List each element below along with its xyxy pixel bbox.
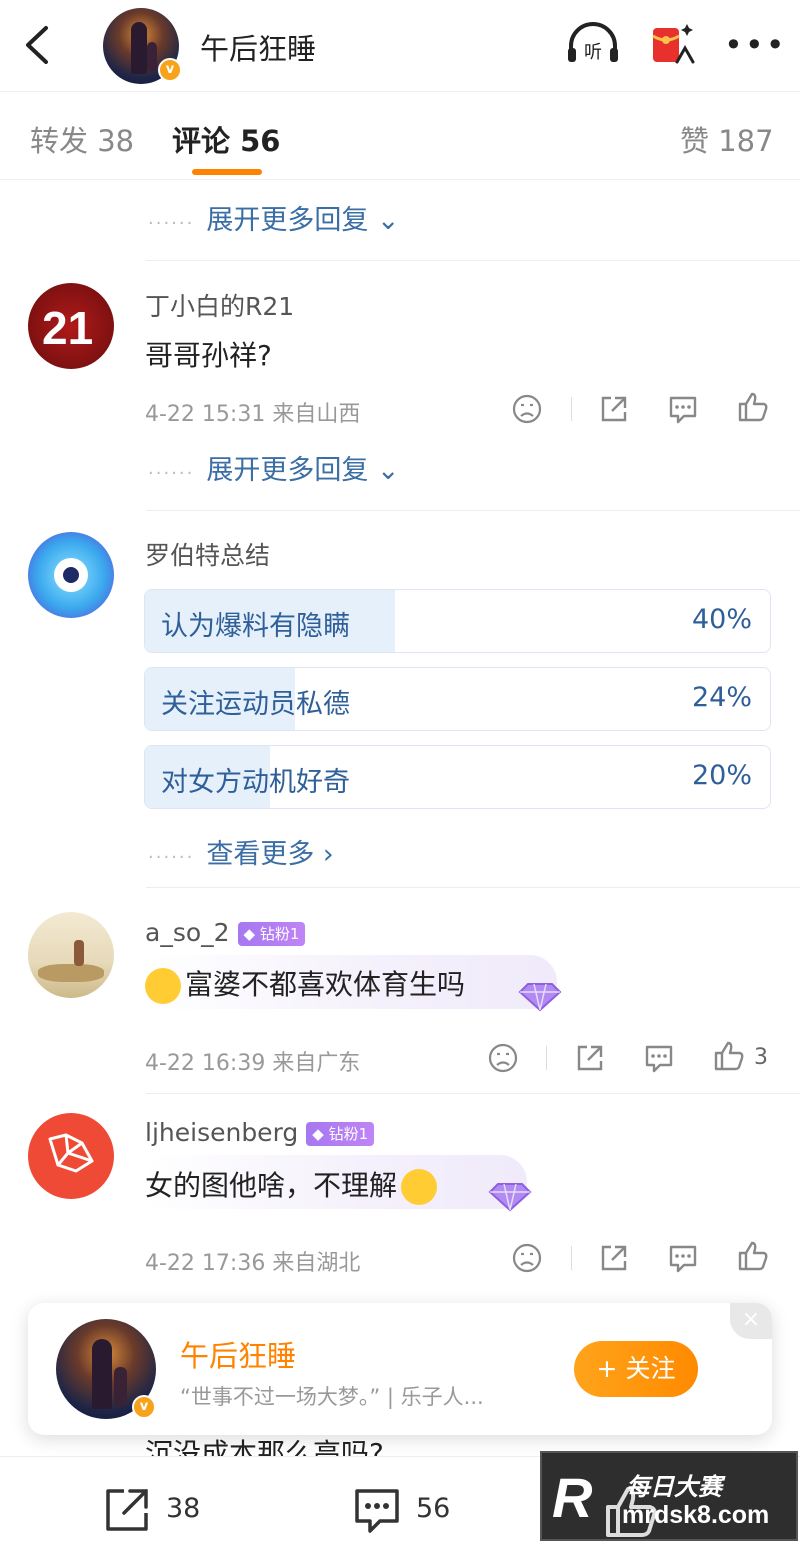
separator	[571, 397, 572, 421]
verified-badge: v	[132, 1395, 156, 1419]
commenter-avatar[interactable]	[28, 912, 114, 998]
watermark-logo: R	[552, 1466, 593, 1529]
poll-option-percent: 40%	[691, 604, 752, 635]
commenter-name-row: ljheisenberg ◆ 钻粉1	[145, 1118, 375, 1147]
repost-button[interactable]: 38	[102, 1485, 222, 1535]
tab-bar: 转发 38 评论 56 赞 187	[0, 92, 800, 180]
commenter-name-row: a_so_2 ◆ 钻粉1	[145, 918, 306, 947]
like-count: 3	[754, 1045, 768, 1070]
repost-icon	[106, 1489, 148, 1531]
expand-replies-link[interactable]: ······ 展开更多回复 ⌄	[148, 448, 400, 487]
top-nav-bar: v 午后狂睡 听 •••	[0, 0, 800, 92]
red-packet-icon[interactable]	[647, 18, 697, 68]
diamond-gem-icon	[488, 1183, 532, 1212]
emoji-icon	[145, 968, 181, 1004]
dislike-icon[interactable]	[510, 1241, 544, 1275]
commenter-name[interactable]: ljheisenberg	[145, 1118, 298, 1147]
diamond-gem-icon	[518, 983, 562, 1012]
comment-meta: 4-22 17:36 来自湖北	[145, 1251, 361, 1276]
comment-button[interactable]: 56	[352, 1485, 472, 1535]
like-icon[interactable]	[736, 390, 770, 424]
comment-meta: 4-22 15:31 来自山西	[145, 402, 361, 427]
like-icon[interactable]	[736, 1239, 770, 1273]
fan-badge: ◆ 钻粉1	[237, 922, 306, 946]
follow-suggestion-card: × v 午后狂睡 “世事不过一场大梦。” | 乐子人... + 关注	[28, 1303, 772, 1435]
tab-likes[interactable]: 赞 187	[680, 118, 774, 160]
follow-button[interactable]: + 关注	[574, 1341, 698, 1397]
close-icon[interactable]: ×	[730, 1303, 772, 1339]
commenter-name[interactable]: 丁小白的R21	[145, 287, 294, 323]
poll-option-label: 认为爆料有隐瞒	[161, 611, 350, 642]
author-bio: “世事不过一场大梦。” | 乐子人...	[180, 1385, 484, 1409]
comment-text: 富婆不都喜欢体育生吗	[145, 963, 465, 1004]
tab-reposts[interactable]: 转发 38	[30, 118, 134, 160]
dislike-icon[interactable]	[510, 392, 544, 426]
commenter-avatar[interactable]: 21	[28, 283, 114, 369]
comment-text: 女的图他啥，不理解	[145, 1164, 438, 1205]
watermark-url: mrdsk8.com	[622, 1501, 770, 1529]
poll-option-label: 关注运动员私德	[161, 689, 350, 720]
bot-name[interactable]: 罗伯特总结	[145, 536, 270, 572]
more-icon[interactable]: •••	[724, 26, 785, 64]
author-name[interactable]: 午后狂睡	[180, 1333, 296, 1375]
poll-option-percent: 24%	[691, 682, 752, 713]
divider	[146, 887, 800, 888]
reply-icon[interactable]	[666, 1241, 700, 1275]
poll-option-percent: 20%	[691, 760, 752, 791]
listen-label: 听	[584, 42, 602, 63]
repost-count: 38	[166, 1493, 201, 1524]
verified-badge: v	[158, 58, 182, 82]
laughing-emoji-icon	[401, 1169, 438, 1205]
comment-count: 56	[416, 1493, 451, 1524]
comment-meta: 4-22 16:39 来自广东	[145, 1051, 361, 1076]
divider	[146, 1093, 800, 1094]
poll-option-label: 对女方动机好奇	[161, 767, 350, 798]
back-arrow-icon[interactable]	[18, 20, 58, 70]
watermark-text: 每日大赛	[626, 1473, 722, 1501]
poll-option[interactable]: 认为爆料有隐瞒 40%	[144, 589, 771, 653]
author-name[interactable]: 午后狂睡	[200, 26, 316, 68]
commenter-avatar[interactable]	[28, 1113, 114, 1199]
tab-comments[interactable]: 评论 56	[172, 118, 280, 160]
comment-text: 哥哥孙祥?	[145, 339, 272, 372]
poll-option[interactable]: 对女方动机好奇 20%	[144, 745, 771, 809]
separator	[546, 1046, 547, 1070]
active-tab-indicator	[192, 169, 262, 175]
poll-option[interactable]: 关注运动员私德 24%	[144, 667, 771, 731]
watermark: R 每日大赛 mrdsk8.com	[540, 1451, 798, 1541]
share-icon[interactable]	[597, 392, 631, 426]
headphones-icon[interactable]: 听	[565, 20, 621, 66]
dislike-icon[interactable]	[486, 1041, 520, 1075]
commenter-name[interactable]: a_so_2	[145, 918, 230, 947]
divider	[146, 260, 800, 261]
see-more-link[interactable]: ······ 查看更多 ›	[148, 832, 334, 871]
share-icon[interactable]	[573, 1041, 607, 1075]
comment-icon	[355, 1489, 399, 1533]
separator	[571, 1246, 572, 1270]
fan-badge: ◆ 钻粉1	[306, 1122, 375, 1146]
share-icon[interactable]	[597, 1241, 631, 1275]
like-icon[interactable]	[712, 1039, 746, 1073]
expand-replies-link[interactable]: ······ 展开更多回复 ⌄	[148, 198, 400, 237]
reply-icon[interactable]	[642, 1041, 676, 1075]
reply-icon[interactable]	[666, 392, 700, 426]
divider	[146, 510, 800, 511]
bot-avatar[interactable]	[28, 532, 114, 618]
